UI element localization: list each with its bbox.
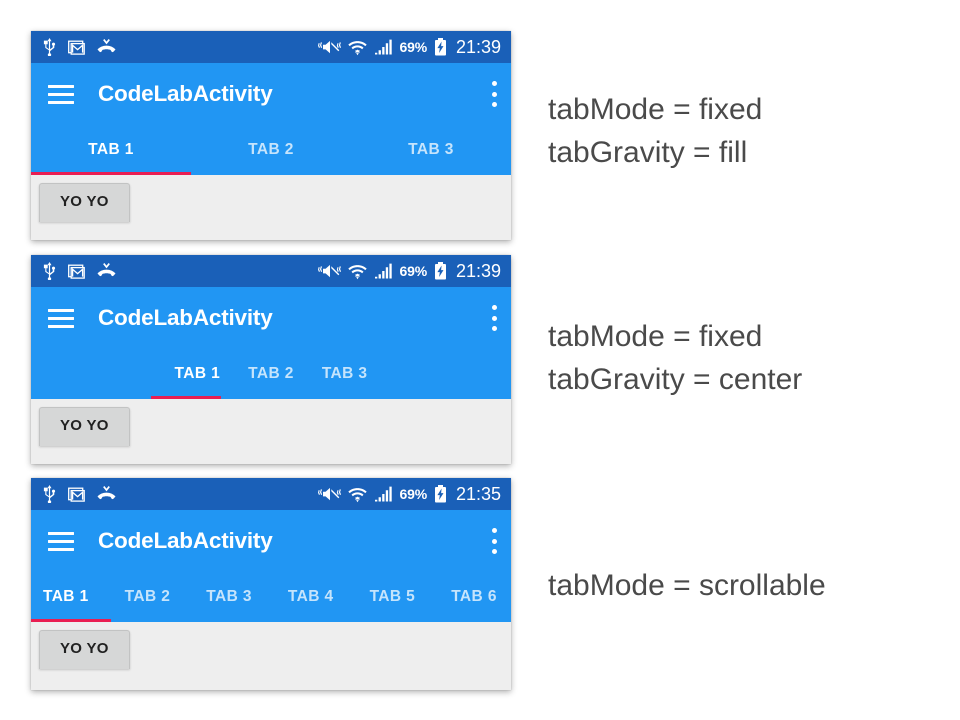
tab-6[interactable]: TAB 6 — [433, 588, 511, 606]
tab-2[interactable]: TAB 2 — [191, 141, 351, 159]
yo-yo-button[interactable]: YO YO — [39, 630, 130, 669]
phone-screenshot-fixed-center: 69% 21:39 CodeLabActivity TAB 1 TAB 2 TA… — [31, 255, 511, 464]
page-title: CodeLabActivity — [98, 81, 273, 106]
gmail-icon — [68, 40, 85, 55]
overflow-menu-icon[interactable] — [491, 305, 497, 331]
tab-1[interactable]: TAB 1 — [31, 141, 191, 159]
annotation-fixed-center: tabMode = fixed tabGravity = center — [548, 320, 803, 396]
yo-yo-button[interactable]: YO YO — [39, 407, 130, 446]
tab-1[interactable]: TAB 1 — [31, 588, 107, 606]
status-bar-right-icons: 69% 21:35 — [317, 483, 501, 505]
tab-5[interactable]: TAB 5 — [352, 588, 434, 606]
battery-percent-label: 69% — [399, 39, 428, 55]
gmail-icon — [68, 264, 85, 279]
missed-call-icon — [97, 486, 116, 500]
status-bar-clock: 21:39 — [455, 260, 501, 281]
status-bar-right-icons: 69% 21:39 — [317, 36, 501, 58]
tab-3[interactable]: TAB 3 — [188, 588, 270, 606]
status-bar: 69% 21:35 — [31, 478, 511, 510]
tab-3[interactable]: TAB 3 — [351, 141, 511, 159]
usb-icon — [43, 262, 56, 280]
status-bar: 69% 21:39 — [31, 31, 511, 63]
vibrate-mute-icon — [317, 487, 341, 500]
annotation-fixed-fill: tabMode = fixed tabGravity = fill — [548, 93, 763, 169]
app-toolbar: CodeLabActivity — [31, 287, 511, 349]
tab-4[interactable]: TAB 4 — [270, 588, 352, 606]
usb-icon — [43, 485, 56, 503]
wifi-icon — [347, 40, 367, 55]
phone-screenshot-fixed-fill: 69% 21:39 CodeLabActivity TAB 1 TAB 2 TA… — [31, 31, 511, 240]
status-bar-right-icons: 69% 21:39 — [317, 260, 501, 282]
annotation-scrollable: tabMode = scrollable — [548, 569, 826, 602]
overflow-menu-icon[interactable] — [491, 81, 497, 107]
hamburger-menu-icon[interactable] — [48, 531, 74, 551]
page-title: CodeLabActivity — [98, 305, 273, 330]
hamburger-menu-icon[interactable] — [48, 308, 74, 328]
tab-strip-fixed-fill[interactable]: TAB 1 TAB 2 TAB 3 — [31, 125, 511, 175]
tab-2[interactable]: TAB 2 — [234, 365, 308, 383]
overflow-menu-icon[interactable] — [491, 528, 497, 554]
battery-percent-label: 69% — [399, 263, 428, 279]
tab-content-area: YO YO — [31, 399, 511, 464]
status-bar-clock: 21:39 — [455, 36, 501, 57]
battery-charging-icon — [434, 485, 446, 503]
status-bar-left-icons — [43, 262, 116, 280]
hamburger-menu-icon[interactable] — [48, 84, 74, 104]
status-bar-clock: 21:35 — [455, 483, 501, 504]
signal-bars-icon — [374, 39, 392, 55]
wifi-icon — [347, 264, 367, 279]
missed-call-icon — [97, 263, 116, 277]
vibrate-mute-icon — [317, 264, 341, 277]
phone-screenshot-scrollable: 69% 21:35 CodeLabActivity TAB 1 TAB 2 TA… — [31, 478, 511, 690]
gmail-icon — [68, 487, 85, 502]
signal-bars-icon — [374, 486, 392, 502]
status-bar-left-icons — [43, 485, 116, 503]
tab-2[interactable]: TAB 2 — [107, 588, 189, 606]
tab-strip-fixed-center[interactable]: TAB 1 TAB 2 TAB 3 — [31, 349, 511, 399]
app-toolbar: CodeLabActivity — [31, 63, 511, 125]
tab-content-area: YO YO — [31, 175, 511, 240]
page-title: CodeLabActivity — [98, 528, 273, 553]
tab-content-area: YO YO — [31, 622, 511, 690]
app-toolbar: CodeLabActivity — [31, 510, 511, 572]
battery-charging-icon — [434, 38, 446, 56]
battery-percent-label: 69% — [399, 486, 428, 502]
battery-charging-icon — [434, 262, 446, 280]
yo-yo-button[interactable]: YO YO — [39, 183, 130, 222]
status-bar-left-icons — [43, 38, 116, 56]
wifi-icon — [347, 487, 367, 502]
vibrate-mute-icon — [317, 40, 341, 53]
tab-3[interactable]: TAB 3 — [308, 365, 382, 383]
usb-icon — [43, 38, 56, 56]
status-bar: 69% 21:39 — [31, 255, 511, 287]
slide-root: 69% 21:39 CodeLabActivity TAB 1 TAB 2 TA… — [0, 0, 960, 720]
tab-1[interactable]: TAB 1 — [161, 365, 235, 383]
missed-call-icon — [97, 39, 116, 53]
tab-strip-scrollable[interactable]: TAB 1 TAB 2 TAB 3 TAB 4 TAB 5 TAB 6 — [31, 572, 511, 622]
signal-bars-icon — [374, 263, 392, 279]
